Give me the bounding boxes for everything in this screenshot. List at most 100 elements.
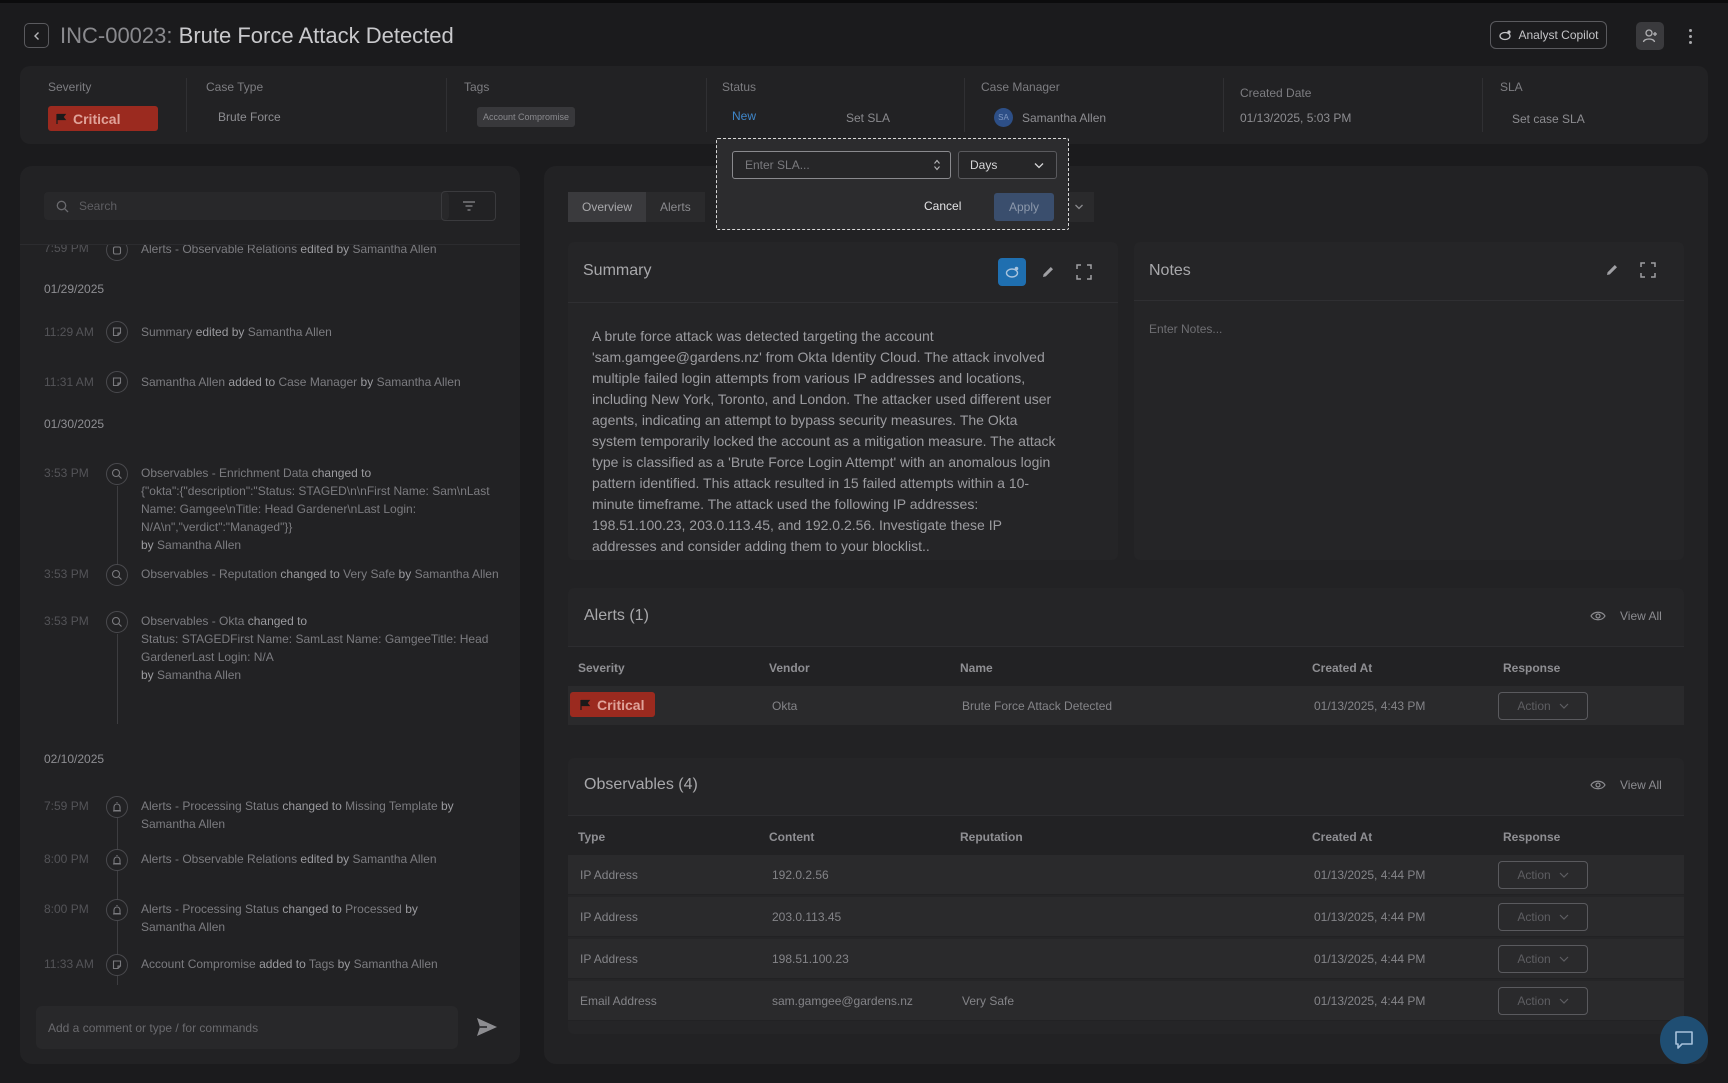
- cancel-button[interactable]: Cancel: [924, 199, 961, 213]
- alert-vendor: Okta: [772, 699, 798, 713]
- alerts-view-all[interactable]: View All: [1590, 609, 1662, 623]
- case-manager-label: Case Manager: [981, 80, 1060, 94]
- send-button[interactable]: [474, 1014, 500, 1040]
- action-dropdown[interactable]: Action: [1498, 861, 1588, 889]
- alerts-table: Severity Vendor Name Created At Response…: [568, 646, 1684, 726]
- comment-input[interactable]: Add a comment or type / for commands: [36, 1006, 458, 1049]
- sla-input[interactable]: Enter SLA...: [732, 151, 951, 179]
- status-value[interactable]: New: [732, 109, 756, 123]
- alert-icon: [106, 796, 128, 818]
- notes-input[interactable]: Enter Notes...: [1149, 322, 1222, 336]
- set-sla-popover: Enter SLA... Days Cancel Apply: [716, 138, 1069, 230]
- table-row[interactable]: Email Address sam.gamgee@gardens.nz Very…: [568, 981, 1684, 1021]
- set-case-sla-link[interactable]: Set case SLA: [1512, 112, 1585, 126]
- divider: [964, 78, 965, 132]
- entry-text: Alerts - Observable Relations edited by …: [141, 245, 437, 256]
- analyst-copilot-label: Analyst Copilot: [1518, 28, 1599, 42]
- analyst-copilot-button[interactable]: Analyst Copilot: [1490, 21, 1607, 49]
- activity-timeline: 7:59 PM Alerts - Observable Relations ed…: [20, 245, 520, 985]
- tag-chip[interactable]: Account Compromise: [477, 107, 576, 127]
- eye-icon: [1590, 780, 1606, 790]
- chevron-down-icon: [1559, 956, 1569, 962]
- severity-badge[interactable]: Critical: [48, 106, 158, 131]
- back-button[interactable]: [24, 23, 49, 48]
- note-icon: [106, 954, 128, 976]
- edit-notes-button[interactable]: [1598, 256, 1626, 284]
- number-stepper-icon[interactable]: [934, 159, 940, 171]
- expand-summary-button[interactable]: [1070, 258, 1098, 286]
- action-dropdown[interactable]: Action: [1498, 692, 1588, 720]
- created-date-field: Created Date 01/13/2025, 5:03 PM: [1240, 66, 1460, 144]
- alerts-title: Alerts (1): [584, 607, 649, 624]
- observables-view-all[interactable]: View All: [1590, 778, 1662, 792]
- table-row[interactable]: Critical Okta Brute Force Attack Detecte…: [568, 686, 1684, 726]
- entry-time: 3:53 PM: [44, 614, 89, 628]
- eye-icon: [1590, 611, 1606, 621]
- column-header: Vendor: [769, 661, 810, 675]
- observable-type: IP Address: [580, 910, 638, 924]
- note-icon: [106, 371, 128, 393]
- action-dropdown[interactable]: Action: [1498, 987, 1588, 1015]
- avatar: SA: [994, 108, 1013, 127]
- copilot-generate-button[interactable]: [998, 258, 1026, 286]
- severity-field: Severity: [48, 66, 178, 144]
- more-options-icon[interactable]: [1682, 22, 1698, 50]
- entry-time: 11:29 AM: [44, 325, 94, 339]
- case-manager-value[interactable]: Samantha Allen: [1022, 111, 1106, 125]
- table-row[interactable]: IP Address 203.0.113.45 01/13/2025, 4:44…: [568, 897, 1684, 937]
- case-type-value[interactable]: Brute Force: [218, 110, 281, 124]
- divider: [446, 78, 447, 132]
- observable-type: IP Address: [580, 952, 638, 966]
- column-header: Response: [1503, 830, 1561, 844]
- set-sla-link[interactable]: Set SLA: [846, 111, 890, 125]
- apply-button[interactable]: Apply: [994, 193, 1054, 221]
- chevron-down-icon: [1559, 914, 1569, 920]
- sla-unit-select[interactable]: Days: [958, 151, 1057, 179]
- severity-badge: Critical: [570, 692, 655, 717]
- action-dropdown[interactable]: Action: [1498, 945, 1588, 973]
- entry-text: Samantha Allen added to Case Manager by …: [141, 375, 461, 389]
- filter-button[interactable]: [441, 191, 496, 221]
- entry-text: Summary edited by Samantha Allen: [141, 325, 332, 339]
- action-dropdown[interactable]: Action: [1498, 903, 1588, 931]
- copilot-icon: [1005, 266, 1019, 278]
- tab-alerts[interactable]: Alerts: [646, 192, 705, 222]
- observable-created-at: 01/13/2025, 4:44 PM: [1314, 868, 1426, 882]
- table-row[interactable]: IP Address 198.51.100.23 01/13/2025, 4:4…: [568, 939, 1684, 979]
- notes-title: Notes: [1149, 262, 1191, 279]
- alert-icon: [106, 849, 128, 871]
- summary-card: Summary A brute force attack was detecte…: [568, 242, 1118, 560]
- alert-name: Brute Force Attack Detected: [962, 699, 1113, 713]
- search-icon: [56, 200, 69, 212]
- edit-summary-button[interactable]: [1034, 258, 1062, 286]
- alert-icon: [106, 245, 128, 261]
- chevron-down-icon: [1075, 204, 1083, 210]
- incident-id: INC-00023:: [60, 23, 173, 48]
- expand-notes-button[interactable]: [1634, 256, 1662, 284]
- observable-reputation: Very Safe: [962, 994, 1015, 1008]
- entry-text: Observables - Reputation changed to Very…: [141, 567, 499, 581]
- activity-search-input[interactable]: Search: [44, 192, 449, 220]
- table-row[interactable]: IP Address 192.0.2.56 01/13/2025, 4:44 P…: [568, 855, 1684, 895]
- chevron-down-icon: [1559, 703, 1569, 709]
- timeline-connector: [117, 634, 118, 724]
- divider: [186, 78, 187, 132]
- entry-text: Alerts - Processing Status changed to Mi…: [141, 799, 454, 831]
- assign-user-button[interactable]: [1636, 22, 1664, 50]
- sla-input-placeholder: Enter SLA...: [745, 158, 810, 172]
- alert-created-at: 01/13/2025, 4:43 PM: [1314, 699, 1426, 713]
- chevron-left-icon: [33, 31, 39, 40]
- column-header: Created At: [1312, 830, 1373, 844]
- column-header: Type: [578, 830, 606, 844]
- column-header: Created At: [1312, 661, 1373, 675]
- flag-icon: [580, 699, 591, 710]
- observable-content: 198.51.100.23: [772, 952, 849, 966]
- tab-bar: Overview Alerts: [568, 192, 705, 222]
- status-field: Status New Set SLA: [722, 66, 952, 144]
- observable-created-at: 01/13/2025, 4:44 PM: [1314, 910, 1426, 924]
- divider: [1482, 78, 1483, 132]
- column-header: Reputation: [960, 830, 1023, 844]
- chat-launcher-button[interactable]: [1660, 1016, 1708, 1064]
- observable-created-at: 01/13/2025, 4:44 PM: [1314, 952, 1426, 966]
- tab-overview[interactable]: Overview: [568, 192, 647, 222]
